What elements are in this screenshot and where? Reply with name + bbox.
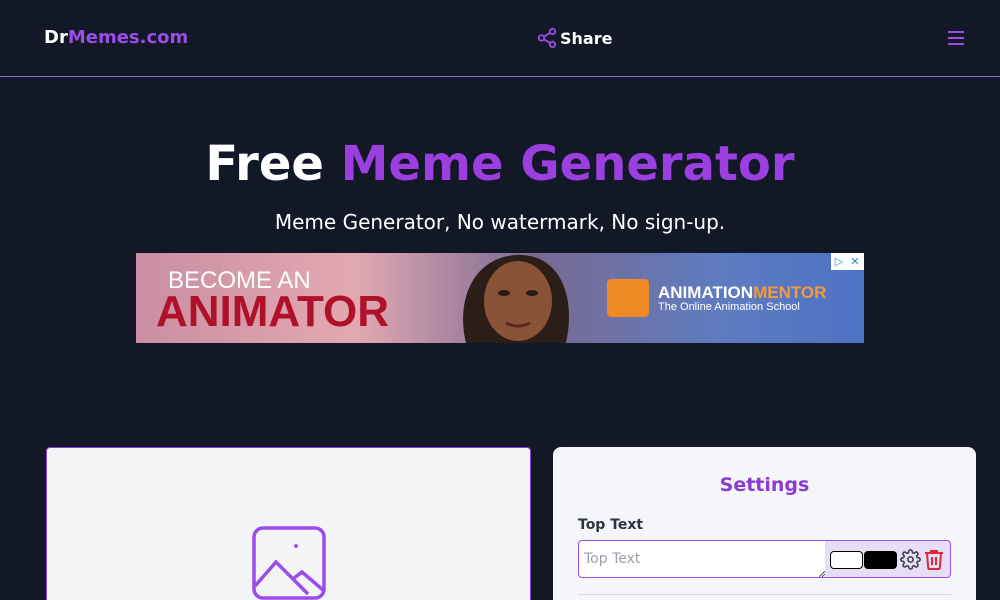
- trash-icon[interactable]: [924, 549, 944, 570]
- ad-brand-part2: MENTOR: [753, 283, 827, 302]
- ad-controls: ▷ ✕: [831, 253, 864, 270]
- logo-accent: Memes.com: [67, 27, 189, 48]
- top-text-label: Top Text: [578, 517, 644, 533]
- gear-icon[interactable]: [900, 549, 921, 570]
- title-accent: Meme Generator: [340, 136, 795, 192]
- ad-brand-part1: ANIMATION: [658, 283, 754, 302]
- page-subtitle: Meme Generator, No watermark, No sign-up…: [274, 210, 726, 234]
- ad-choices-icon[interactable]: ▷: [831, 253, 847, 270]
- section-divider: [578, 594, 951, 595]
- top-text-input[interactable]: [578, 540, 826, 578]
- share-button[interactable]: Share: [536, 27, 612, 49]
- page-title: Free Meme Generator: [0, 136, 1000, 192]
- text-style-controls: [825, 540, 951, 578]
- ad-brand-logo: [607, 279, 649, 317]
- settings-panel: Settings Top Text: [553, 447, 976, 600]
- ad-character-image: [463, 254, 569, 343]
- hamburger-menu-icon[interactable]: [946, 29, 966, 47]
- ad-tagline: The Online Animation School: [658, 301, 800, 313]
- settings-title: Settings: [719, 474, 810, 496]
- image-placeholder-icon: [252, 526, 326, 600]
- ad-close-icon[interactable]: ✕: [847, 253, 863, 270]
- share-label: Share: [560, 28, 613, 48]
- ad-headline-large: ANIMATOR: [156, 287, 390, 336]
- outline-color-swatch[interactable]: [864, 551, 897, 569]
- site-header: DrMemes.com Share: [0, 0, 1000, 77]
- meme-preview-area[interactable]: [46, 447, 531, 600]
- text-color-swatch[interactable]: [830, 551, 863, 569]
- site-logo[interactable]: DrMemes.com: [44, 27, 188, 48]
- share-icon: [537, 27, 557, 49]
- title-plain: Free: [205, 136, 324, 192]
- ad-banner[interactable]: BECOME AN ANIMATOR ANIMATIONMENTOR The O…: [136, 253, 864, 343]
- logo-prefix: Dr: [44, 27, 68, 48]
- ad-brand-name: ANIMATIONMENTOR: [658, 283, 826, 303]
